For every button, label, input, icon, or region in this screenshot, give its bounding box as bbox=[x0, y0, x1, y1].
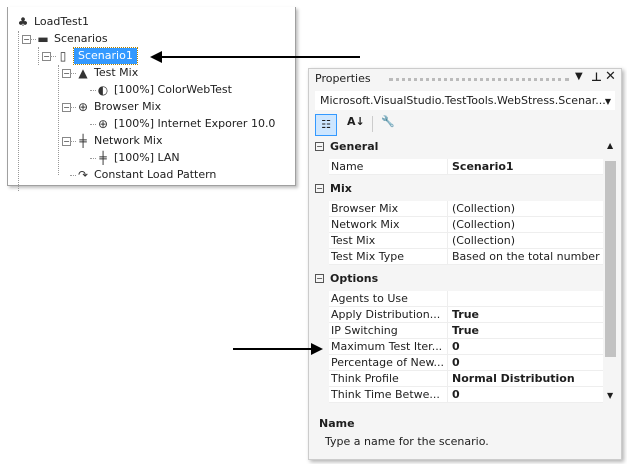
category-label: Mix bbox=[330, 182, 352, 195]
property-row[interactable]: Think Profile Normal Distribution bbox=[329, 371, 603, 387]
tree-node[interactable]: Constant Load Pattern bbox=[94, 167, 216, 183]
scrollbar-thumb[interactable] bbox=[605, 161, 616, 357]
property-name: Browser Mix bbox=[331, 202, 399, 215]
property-row[interactable]: IP Switching True bbox=[329, 323, 603, 339]
property-value[interactable]: (Collection) bbox=[447, 233, 515, 248]
properties-title: Properties bbox=[315, 72, 371, 85]
property-name: Test Mix bbox=[331, 234, 376, 247]
object-selector[interactable]: Microsoft.VisualStudio.TestTools.WebStre… bbox=[315, 91, 615, 110]
description-text: Type a name for the scenario. bbox=[325, 435, 489, 448]
category-mix[interactable]: − Mix bbox=[315, 181, 352, 197]
property-name: Apply Distribution... bbox=[331, 308, 441, 321]
categorized-button[interactable]: ☷ bbox=[315, 114, 337, 136]
properties-window: Properties ▼ ⊥ ✕ Microsoft.VisualStudio.… bbox=[308, 68, 622, 460]
property-row[interactable]: Agents to Use bbox=[329, 291, 603, 307]
tree-node[interactable]: [100%] ColorWebTest bbox=[114, 82, 232, 98]
property-name: Think Profile bbox=[331, 372, 399, 385]
property-name: Name bbox=[331, 160, 364, 173]
alphabetical-button[interactable]: A↓ bbox=[347, 115, 365, 128]
property-name: Network Mix bbox=[331, 218, 400, 231]
callout-arrow bbox=[160, 56, 360, 58]
property-row[interactable]: Apply Distribution... True bbox=[329, 307, 603, 323]
property-name: Percentage of New... bbox=[331, 356, 443, 369]
property-grid: − General Name Scenario1− Mix Browser Mix (Col… bbox=[309, 137, 621, 405]
scenario-icon: ▯ bbox=[59, 49, 67, 63]
category-general[interactable]: − General bbox=[315, 139, 378, 155]
tree-line bbox=[58, 65, 59, 175]
tree-node[interactable]: Scenario1 bbox=[73, 47, 138, 65]
property-value[interactable] bbox=[447, 291, 452, 306]
property-row[interactable]: Name Scenario1 bbox=[329, 159, 603, 175]
tree-node[interactable]: [100%] Internet Exporer 10.0 bbox=[114, 116, 275, 132]
tree-node[interactable]: Network Mix bbox=[94, 133, 162, 149]
property-value[interactable]: (Collection) bbox=[447, 217, 515, 232]
property-row[interactable]: Test Mix Type Based on the total number bbox=[329, 249, 603, 265]
property-name: Think Time Betwe... bbox=[331, 388, 440, 401]
property-value[interactable]: 0 bbox=[447, 387, 460, 402]
description-title: Name bbox=[319, 417, 355, 430]
description-pane: Name Type a name for the scenario. bbox=[315, 407, 615, 455]
property-name: Test Mix Type bbox=[331, 250, 404, 263]
tree-line bbox=[38, 47, 39, 65]
tree-node[interactable]: LoadTest1 bbox=[34, 14, 89, 30]
category-label: General bbox=[330, 140, 379, 153]
tree-node[interactable]: Test Mix bbox=[94, 65, 138, 81]
close-icon[interactable]: ✕ bbox=[605, 69, 616, 84]
property-value[interactable]: Normal Distribution bbox=[447, 371, 575, 386]
chevron-down-icon: ▼ bbox=[604, 97, 611, 106]
network-icon: ╪ bbox=[99, 151, 107, 165]
property-row[interactable]: Maximum Test Iter... 0 bbox=[329, 339, 603, 355]
property-pages-button[interactable]: 🔧 bbox=[381, 115, 395, 128]
scrollbar[interactable]: ▲ ▼ bbox=[604, 141, 618, 405]
property-value[interactable]: 0 bbox=[447, 339, 460, 354]
load-test-icon: ♣ bbox=[17, 15, 29, 29]
arrowhead-2 bbox=[311, 343, 323, 355]
tree-node[interactable]: [100%] LAN bbox=[114, 150, 180, 166]
tree-node[interactable]: Browser Mix bbox=[94, 99, 161, 115]
property-value[interactable]: Based on the total number bbox=[447, 249, 600, 264]
property-value[interactable]: Scenario1 bbox=[447, 159, 514, 174]
pin-icon[interactable]: ⊥ bbox=[591, 70, 602, 84]
property-value[interactable]: (Collection) bbox=[447, 201, 515, 216]
property-row[interactable]: Browser Mix (Collection) bbox=[329, 201, 603, 217]
collapse-icon[interactable]: − bbox=[315, 184, 324, 193]
dropdown-icon[interactable]: ▼ bbox=[575, 71, 583, 82]
arrowhead bbox=[150, 51, 162, 63]
object-name: Microsoft.VisualStudio.TestTools.WebStre… bbox=[320, 94, 606, 107]
property-value[interactable]: 0 bbox=[447, 355, 460, 370]
network-icon: ╪ bbox=[79, 134, 87, 148]
callout-arrow-2 bbox=[233, 348, 313, 350]
drag-handle[interactable] bbox=[389, 78, 569, 81]
browser-icon: ⊕ bbox=[97, 117, 109, 131]
tree-line bbox=[18, 31, 19, 191]
collapse-icon[interactable]: − bbox=[315, 274, 324, 283]
category-label: Options bbox=[330, 272, 379, 285]
browser-icon: ⊕ bbox=[77, 100, 89, 114]
property-row[interactable]: Network Mix (Collection) bbox=[329, 217, 603, 233]
flask-icon: ▲ bbox=[78, 66, 88, 80]
folder-icon: ▬ bbox=[37, 32, 49, 46]
property-row[interactable]: Test Mix (Collection) bbox=[329, 233, 603, 249]
property-value[interactable]: True bbox=[447, 307, 479, 322]
property-name: Maximum Test Iter... bbox=[331, 340, 443, 353]
load-pattern-icon: ↷ bbox=[77, 168, 89, 182]
category-options[interactable]: − Options bbox=[315, 271, 378, 287]
toolbar-separator bbox=[372, 116, 373, 132]
property-name: Agents to Use bbox=[331, 292, 408, 305]
property-name: IP Switching bbox=[331, 324, 398, 337]
web-test-icon: ◐ bbox=[97, 83, 109, 97]
load-test-tree: ♣ LoadTest1− ▬ Scenarios − ▯ Scenario1− ▲ Test M… bbox=[7, 7, 296, 191]
property-value[interactable]: True bbox=[447, 323, 479, 338]
property-row[interactable]: Think Time Betwe... 0 bbox=[329, 387, 603, 403]
collapse-icon[interactable]: − bbox=[315, 142, 324, 151]
property-row[interactable]: Percentage of New... 0 bbox=[329, 355, 603, 371]
tree-node[interactable]: Scenarios bbox=[54, 31, 108, 47]
